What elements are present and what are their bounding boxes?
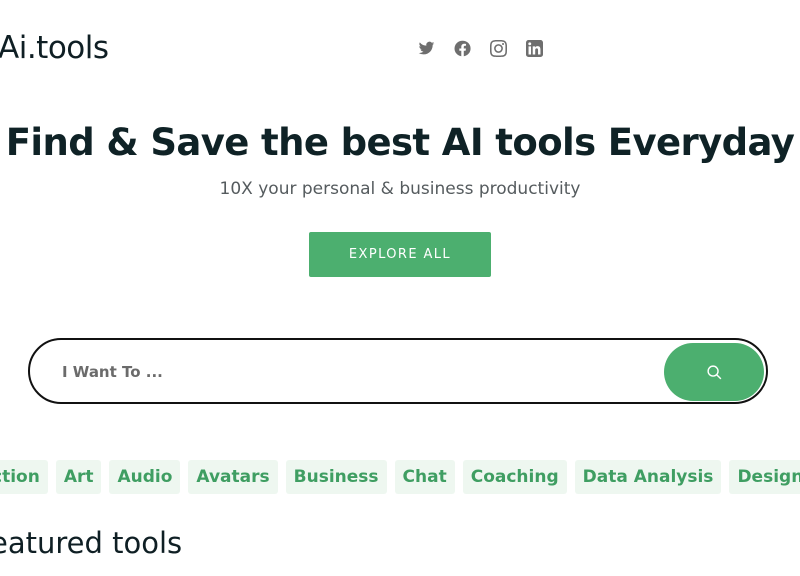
tag-art[interactable]: Art [55,460,102,494]
instagram-icon [490,40,507,57]
twitter-link[interactable] [417,39,436,58]
category-tags: ction Art Audio Avatars Business Chat Co… [0,460,800,494]
tag-business[interactable]: Business [285,460,387,494]
search-button[interactable] [664,343,764,401]
search-bar [28,338,768,404]
tag-chat[interactable]: Chat [394,460,455,494]
search-input[interactable] [60,356,644,388]
explore-all-button[interactable]: EXPLORE ALL [309,232,491,277]
page: Ai.tools Find & Save the best AI tools E… [0,0,800,576]
featured-tools-heading: eatured tools [0,526,183,560]
facebook-icon [454,40,471,57]
site-logo[interactable]: Ai.tools [0,30,109,66]
tag-coaching[interactable]: Coaching [462,460,567,494]
tag-avatars[interactable]: Avatars [188,460,278,494]
social-links [417,39,544,58]
instagram-link[interactable] [489,39,508,58]
hero-subtitle: 10X your personal & business productivit… [219,179,581,199]
facebook-link[interactable] [453,39,472,58]
linkedin-icon [526,40,543,57]
hero-title: Find & Save the best AI tools Everyday [5,121,795,164]
tag-audio[interactable]: Audio [109,460,181,494]
linkedin-link[interactable] [525,39,544,58]
search-icon [706,364,721,379]
tag-action[interactable]: ction [0,460,48,494]
tag-design[interactable]: Design [729,460,800,494]
tag-data-analysis[interactable]: Data Analysis [574,460,722,494]
twitter-icon [418,41,435,55]
